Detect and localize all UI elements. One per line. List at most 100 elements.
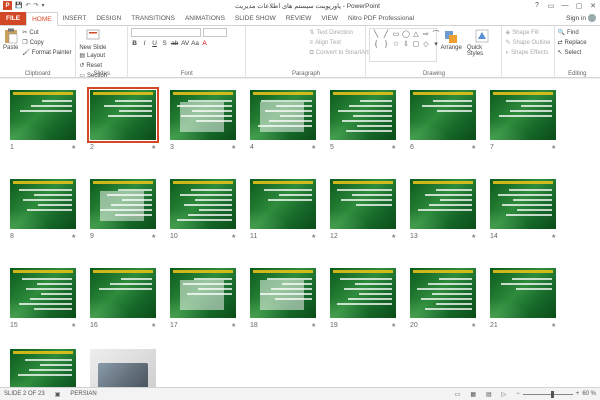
- diamond-shape-icon[interactable]: ◇: [421, 40, 430, 49]
- convert-smartart-button[interactable]: ⧉ Convert to SmartArt: [309, 48, 368, 58]
- slide-thumbnail[interactable]: [410, 179, 476, 229]
- slide-thumbnail[interactable]: [170, 268, 236, 318]
- slide-thumbnail[interactable]: [330, 90, 396, 140]
- slide-thumbnail[interactable]: [490, 90, 556, 140]
- maximize-button[interactable]: ▢: [572, 2, 586, 10]
- slide-count-status[interactable]: SLIDE 2 OF 23: [4, 391, 45, 397]
- triangle-shape-icon[interactable]: △: [411, 30, 420, 39]
- star-shape-icon[interactable]: ☆: [391, 40, 400, 49]
- transition-star-icon[interactable]: ★: [231, 322, 236, 329]
- italic-button[interactable]: I: [141, 40, 148, 47]
- font-color-button[interactable]: A: [201, 40, 208, 47]
- align-text-button[interactable]: ≡ Align Text: [309, 38, 368, 48]
- font-name-dropdown[interactable]: [131, 28, 202, 37]
- slide-sorter-view-icon[interactable]: ▦: [470, 391, 476, 398]
- transition-star-icon[interactable]: ★: [311, 233, 316, 240]
- slide-thumbnail[interactable]: [490, 268, 556, 318]
- zoom-in-icon[interactable]: +: [576, 391, 580, 397]
- transition-star-icon[interactable]: ★: [71, 322, 76, 329]
- rect-shape-icon[interactable]: ▭: [391, 30, 400, 39]
- slide-thumbnail[interactable]: [90, 179, 156, 229]
- strikethrough-button[interactable]: ab: [171, 40, 178, 47]
- shapes-gallery[interactable]: ╲ ╱ ▭ ◯ △ ⇨ ⌒ {} ☆ ⇩ ▢ ◇ ▾: [369, 28, 440, 62]
- copy-button[interactable]: ❐ Copy: [22, 38, 71, 48]
- slide-sorter[interactable]: 1 ★ 2 ★ 3 ★ 4 ★ 5 ★ 6 ★ 7 ★ 8 ★ 9 ★ 10 ★ 11 ★ 12 ★ 13 ★ 14 ★ 15 ★ 16 ★ 1…: [0, 79, 600, 387]
- tab-insert[interactable]: INSERT: [58, 12, 92, 25]
- paste-button[interactable]: Paste: [3, 28, 18, 51]
- tab-file[interactable]: FILE: [0, 12, 27, 25]
- rect-shape-icon[interactable]: ▢: [411, 40, 420, 49]
- arrow-shape-icon[interactable]: ⇩: [401, 40, 410, 49]
- text-direction-button[interactable]: ⇅ Text Direction: [309, 28, 368, 38]
- reset-button[interactable]: ↺ Reset: [79, 61, 107, 71]
- sign-in-link[interactable]: Sign in: [562, 14, 600, 25]
- slideshow-view-icon[interactable]: ▷: [502, 391, 507, 398]
- transition-star-icon[interactable]: ★: [151, 233, 156, 240]
- transition-star-icon[interactable]: ★: [311, 322, 316, 329]
- zoom-slider[interactable]: − + 60 %: [516, 390, 596, 398]
- tab-design[interactable]: DESIGN: [91, 12, 126, 25]
- slide-thumbnail[interactable]: [170, 90, 236, 140]
- customize-qat-icon[interactable]: ▾: [42, 2, 45, 9]
- tab-nitro-pdf[interactable]: Nitro PDF Professional: [343, 12, 419, 25]
- more-shapes-icon[interactable]: ▾: [431, 40, 440, 49]
- zoom-level[interactable]: 60 %: [582, 391, 596, 397]
- save-icon[interactable]: 💾: [15, 2, 22, 9]
- slide-thumbnail[interactable]: [250, 90, 316, 140]
- char-spacing-button[interactable]: AV: [181, 40, 189, 47]
- line-shape-icon[interactable]: ╲: [371, 30, 380, 39]
- transition-star-icon[interactable]: ★: [551, 233, 556, 240]
- oval-shape-icon[interactable]: ◯: [401, 30, 410, 39]
- help-icon[interactable]: ?: [530, 2, 544, 10]
- slide-thumbnail[interactable]: [490, 179, 556, 229]
- tab-home[interactable]: HOME: [26, 12, 58, 26]
- layout-button[interactable]: ▤ Layout: [79, 51, 107, 61]
- undo-icon[interactable]: ↶: [25, 2, 30, 9]
- reading-view-icon[interactable]: ▤: [486, 391, 492, 398]
- transition-star-icon[interactable]: ★: [471, 322, 476, 329]
- transition-star-icon[interactable]: ★: [151, 144, 156, 151]
- spellcheck-icon[interactable]: ▣: [55, 391, 61, 398]
- bold-button[interactable]: B: [131, 40, 138, 47]
- transition-star-icon[interactable]: ★: [231, 144, 236, 151]
- slide-thumbnail[interactable]: [10, 179, 76, 229]
- transition-star-icon[interactable]: ★: [551, 322, 556, 329]
- cut-button[interactable]: ✂ Cut: [22, 28, 71, 38]
- change-case-button[interactable]: Aa: [191, 40, 199, 47]
- tab-slide-show[interactable]: SLIDE SHOW: [230, 12, 281, 25]
- slide-thumbnail[interactable]: [330, 179, 396, 229]
- bracket-shape-icon[interactable]: }: [381, 40, 390, 49]
- zoom-thumb[interactable]: [551, 390, 555, 398]
- slide-thumbnail[interactable]: [10, 90, 76, 140]
- new-slide-button[interactable]: New Slide: [79, 28, 106, 51]
- normal-view-icon[interactable]: ▭: [455, 391, 461, 398]
- underline-button[interactable]: U: [151, 40, 158, 47]
- tab-animations[interactable]: ANIMATIONS: [180, 12, 230, 25]
- find-button[interactable]: 🔍 Find: [558, 28, 587, 38]
- slide-thumbnail[interactable]: [87, 87, 159, 143]
- transition-star-icon[interactable]: ★: [391, 322, 396, 329]
- tab-review[interactable]: REVIEW: [281, 12, 317, 25]
- redo-icon[interactable]: ↷: [34, 2, 39, 9]
- transition-star-icon[interactable]: ★: [231, 233, 236, 240]
- slide-thumbnail[interactable]: [250, 179, 316, 229]
- replace-button[interactable]: ⇄ Replace: [558, 38, 587, 48]
- shadow-button[interactable]: S: [161, 40, 168, 47]
- minimize-button[interactable]: —: [558, 2, 572, 10]
- shape-effects-button[interactable]: ◐ Shape Effects: [505, 48, 550, 58]
- shape-fill-button[interactable]: ◈ Shape Fill: [505, 28, 550, 38]
- bracket-shape-icon[interactable]: {: [371, 40, 380, 49]
- shape-outline-button[interactable]: ✎ Shape Outline: [505, 38, 550, 48]
- zoom-out-icon[interactable]: −: [516, 391, 520, 397]
- font-size-dropdown[interactable]: [203, 28, 228, 37]
- transition-star-icon[interactable]: ★: [71, 233, 76, 240]
- arrange-button[interactable]: Arrange: [440, 28, 462, 62]
- transition-star-icon[interactable]: ★: [391, 144, 396, 151]
- transition-star-icon[interactable]: ★: [71, 144, 76, 151]
- slide-thumbnail[interactable]: [10, 268, 76, 318]
- slide-thumbnail[interactable]: [10, 349, 76, 387]
- select-button[interactable]: ↖ Select: [558, 48, 587, 58]
- quick-styles-button[interactable]: Quick Styles: [467, 28, 497, 62]
- transition-star-icon[interactable]: ★: [471, 144, 476, 151]
- close-button[interactable]: ✕: [586, 2, 600, 10]
